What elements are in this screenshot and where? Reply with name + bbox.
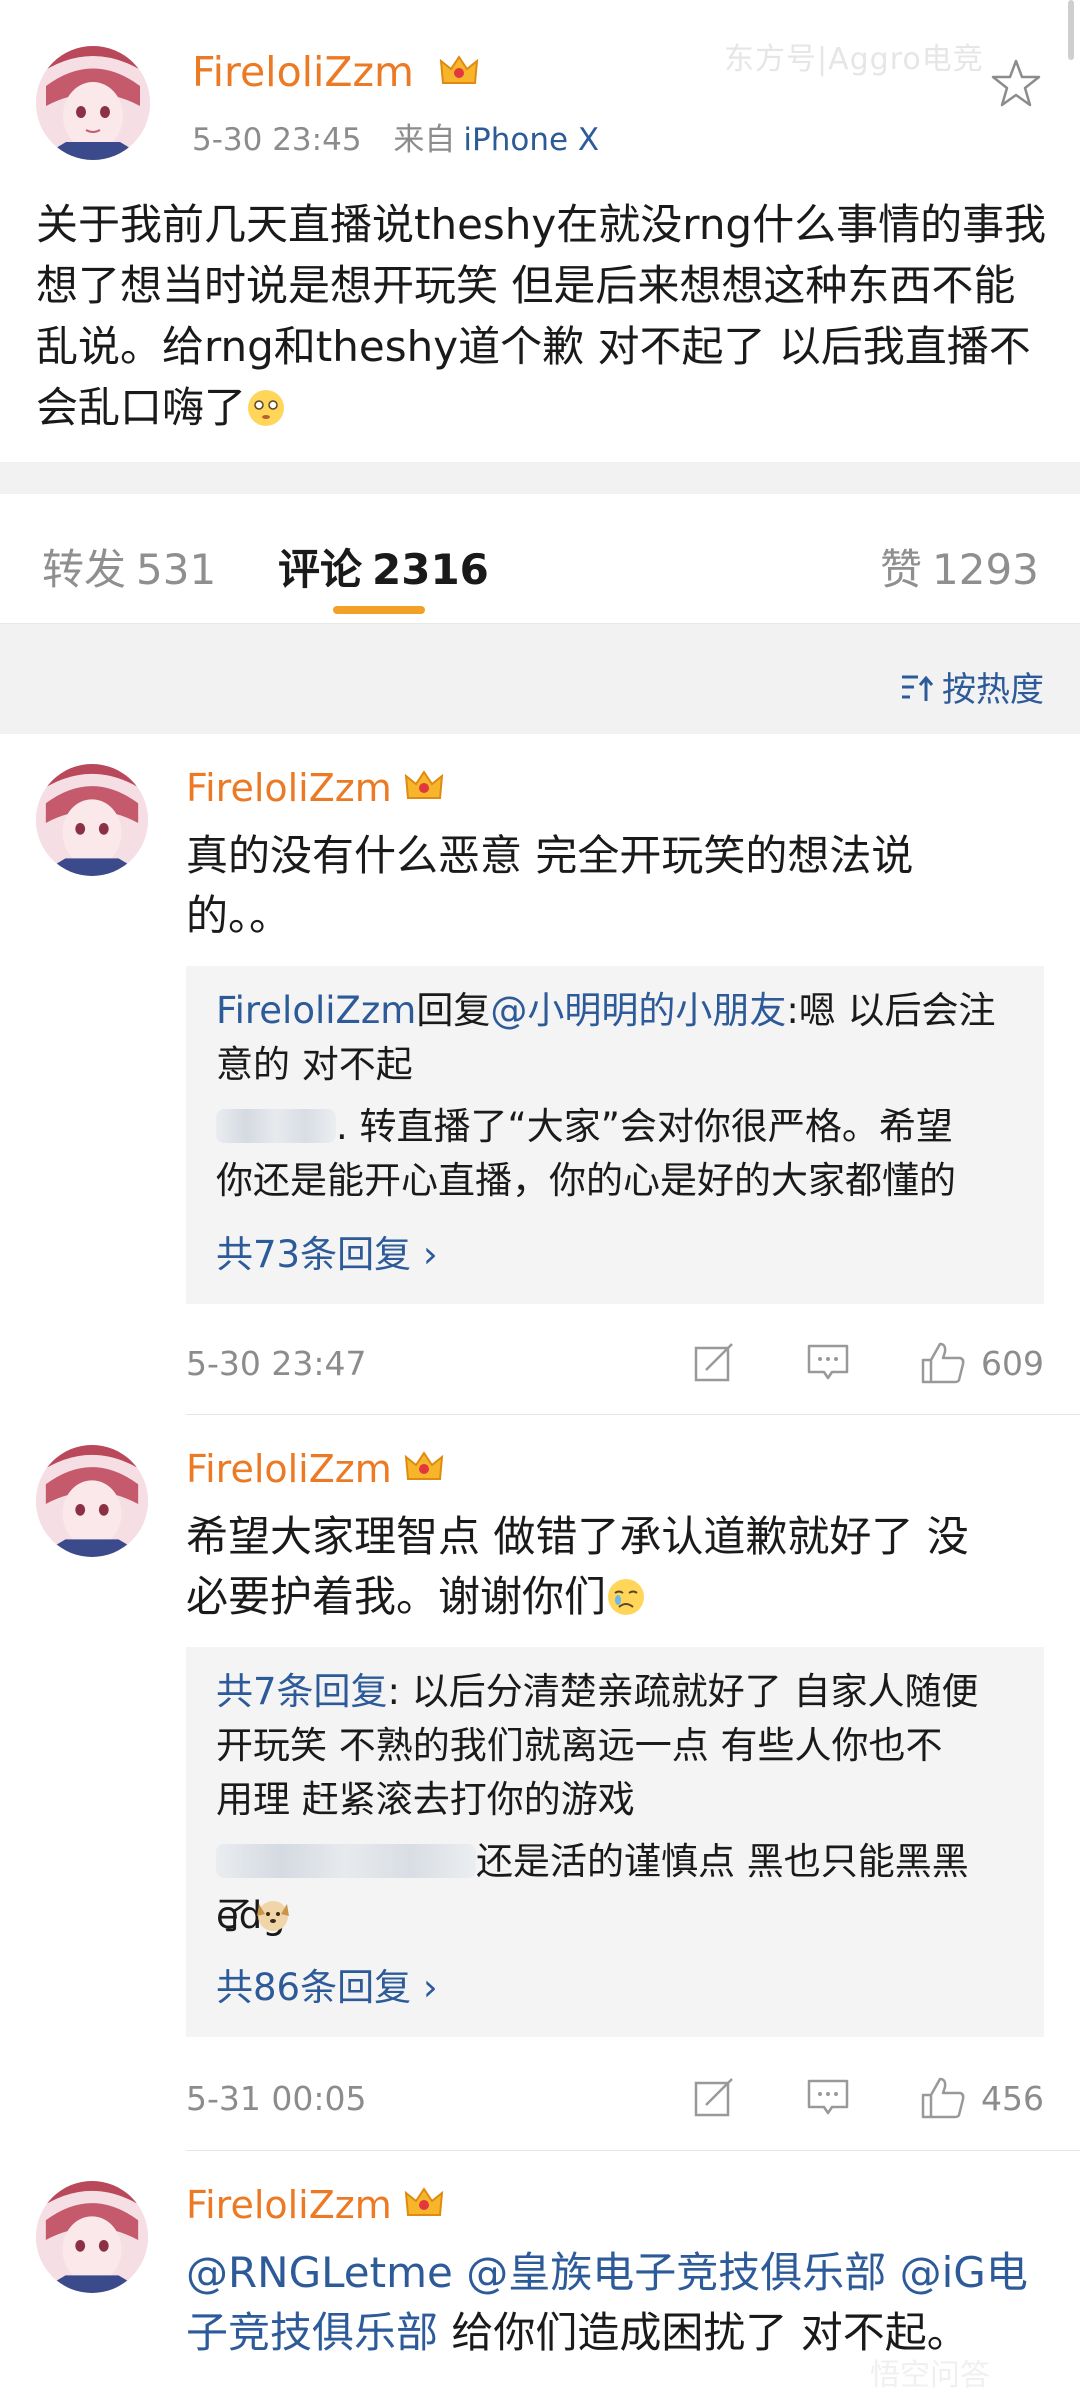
chevron-right-icon: ›: [422, 1966, 438, 2009]
username-text[interactable]: FireloliZzm: [186, 1447, 392, 1491]
comment-footer: 5-31 00:05 456: [186, 2075, 1044, 2125]
comment-item: FireloliZzm 希望大家理智点 做错了承认道歉就好了 没 必要护着我。谢…: [0, 1415, 1080, 2141]
scrollbar[interactable]: [1068, 0, 1074, 60]
crown-vip-icon: [404, 1449, 444, 1494]
reply-box[interactable]: 共7条回复: 以后分清楚亲疏就好了 自家人随便 开玩笑 不熟的我们就离远一点 有…: [186, 1647, 1044, 2037]
tab-count: 531: [136, 545, 217, 594]
mention-link[interactable]: @RNGLetme: [186, 2248, 453, 2297]
like-icon[interactable]: [920, 1340, 966, 1390]
like-icon[interactable]: [920, 2075, 966, 2125]
post-body: 关于我前几天直播说theshy在就没rng什么事情的事我想了想当时说是想开玩笑 …: [36, 200, 1047, 432]
comment-time: 5-30 23:47: [186, 1344, 367, 1383]
comment-item: FireloliZzm 真的没有什么恶意 完全开玩笑的想法说 的。。 Firel…: [0, 734, 1080, 1414]
tab-label: 转发: [42, 545, 127, 594]
source-prefix: 来自: [393, 122, 456, 158]
comment-icon[interactable]: [806, 2075, 850, 2123]
section-divider: [0, 462, 1080, 494]
tab-count: 1293: [932, 545, 1039, 594]
comment-username[interactable]: FireloliZzm: [186, 1447, 444, 1494]
sort-button[interactable]: 按热度: [900, 662, 1044, 714]
username-text[interactable]: FireloliZzm: [186, 2183, 392, 2227]
avatar[interactable]: [36, 46, 150, 160]
repost-icon[interactable]: [692, 2075, 736, 2123]
comment-line: 真的没有什么恶意 完全开玩笑的想法说: [186, 831, 914, 880]
reply-line: 你还是能开心直播，你的心是好的大家都懂的: [216, 1159, 956, 1202]
reply-line: 了: [216, 1889, 1016, 1943]
active-tab-indicator: [333, 606, 425, 614]
blurred-username: [216, 1109, 336, 1143]
reply-mention[interactable]: @小明明的小朋友: [490, 989, 786, 1032]
comment-line: 的。。: [186, 891, 292, 940]
post-time: 5-30 23:45: [192, 122, 362, 158]
more-replies-link[interactable]: 共73条回复 ›: [216, 1224, 438, 1278]
reply-text: : 以后分清楚亲疏就好了 自家人随便: [387, 1670, 979, 1713]
post-username[interactable]: FireloliZzm: [192, 48, 479, 99]
tab-repost[interactable]: 转发 531: [42, 536, 216, 597]
like-count: 609: [981, 1344, 1044, 1383]
flushed-emoji-icon: [246, 383, 286, 426]
tab-label: 赞: [880, 545, 923, 594]
comment-line: 希望大家理智点 做错了承认道歉就好了 没: [186, 1512, 969, 1561]
reply-username[interactable]: FireloliZzm: [216, 989, 416, 1032]
mention-link[interactable]: @皇族电子竞技俱乐部: [466, 2248, 886, 2297]
reply-line: . 转直播了“大家”会对你很严格。希望: [216, 1100, 1016, 1154]
sort-icon: [900, 673, 936, 714]
tab-comments[interactable]: 评论 2316: [278, 536, 489, 597]
watermark: 东方号|Aggro电竞: [724, 42, 984, 77]
crown-vip-icon: [404, 768, 444, 813]
sad-emoji-icon: [606, 1573, 646, 1615]
username-text[interactable]: FireloliZzm: [192, 48, 414, 96]
comment-username[interactable]: FireloliZzm: [186, 766, 444, 813]
tab-likes[interactable]: 赞 1293: [880, 536, 1039, 597]
post-text: 关于我前几天直播说theshy在就没rng什么事情的事我想了想当时说是想开玩笑 …: [36, 194, 1056, 438]
chevron-right-icon: ›: [422, 1233, 438, 1276]
reply-line: 意的 对不起: [216, 1043, 413, 1086]
watermark: 悟空问答: [870, 2358, 990, 2393]
username-text[interactable]: FireloliZzm: [186, 766, 392, 810]
comment-icon[interactable]: [806, 1340, 850, 1388]
dog-emoji-icon: [253, 1894, 293, 1934]
reply-text: . 转直播了“大家”会对你很严格。希望: [336, 1105, 953, 1148]
reply-word: 回复: [416, 989, 491, 1032]
like-count: 456: [981, 2079, 1044, 2118]
more-replies-link[interactable]: 共86条回复 ›: [216, 1957, 438, 2011]
avatar[interactable]: [36, 2181, 148, 2293]
reply-count-link[interactable]: 共7条回复: [216, 1670, 388, 1713]
comment-text: 希望大家理智点 做错了承认道歉就好了 没 必要护着我。谢谢你们: [186, 1507, 1056, 1627]
tab-bar: 转发 531 评论 2316 赞 1293: [0, 494, 1080, 624]
comment-line: 必要护着我。谢谢你们: [186, 1572, 607, 1621]
comment-text: 真的没有什么恶意 完全开玩笑的想法说 的。。: [186, 826, 1056, 946]
comment-footer: 5-30 23:47 609: [186, 1340, 1044, 1390]
mention-link[interactable]: 子竞技俱乐部: [186, 2308, 438, 2357]
device-link[interactable]: iPhone X: [463, 122, 599, 158]
reply-line: 共7条回复: 以后分清楚亲疏就好了 自家人随便: [216, 1665, 1016, 1719]
reply-text: 了: [216, 1894, 253, 1937]
comment-username[interactable]: FireloliZzm: [186, 2183, 444, 2230]
more-replies-label: 共73条回复: [216, 1233, 412, 1276]
mention-link[interactable]: @iG电: [900, 2248, 1028, 2297]
reply-text: :嗯 以后会注: [786, 989, 996, 1032]
sort-label: 按热度: [942, 670, 1044, 710]
comment-time: 5-31 00:05: [186, 2079, 367, 2118]
avatar[interactable]: [36, 764, 148, 876]
sort-bar: 按热度: [0, 624, 1080, 734]
comment-text: @RNGLetme @皇族电子竞技俱乐部 @iG电 子竞技俱乐部 给你们造成困扰…: [186, 2243, 1056, 2363]
reply-line: 用理 赶紧滚去打你的游戏: [216, 1778, 635, 1821]
reply-line: FireloliZzm回复@小明明的小朋友:嗯 以后会注: [216, 984, 1016, 1038]
crown-vip-icon: [404, 2185, 444, 2230]
tab-label: 评论: [278, 545, 363, 594]
avatar[interactable]: [36, 1445, 148, 1557]
reply-line: 开玩笑 不熟的我们就离远一点 有些人你也不: [216, 1724, 943, 1767]
tab-count: 2316: [372, 545, 489, 594]
more-replies-label: 共86条回复: [216, 1966, 412, 2009]
repost-icon[interactable]: [692, 1340, 736, 1388]
crown-vip-icon: [439, 51, 479, 99]
star-favorite-icon[interactable]: [990, 58, 1042, 112]
blurred-username: [216, 1844, 476, 1878]
reply-box[interactable]: FireloliZzm回复@小明明的小朋友:嗯 以后会注 意的 对不起 . 转直…: [186, 966, 1044, 1304]
post-meta: 5-30 23:45 来自 iPhone X: [192, 114, 599, 159]
